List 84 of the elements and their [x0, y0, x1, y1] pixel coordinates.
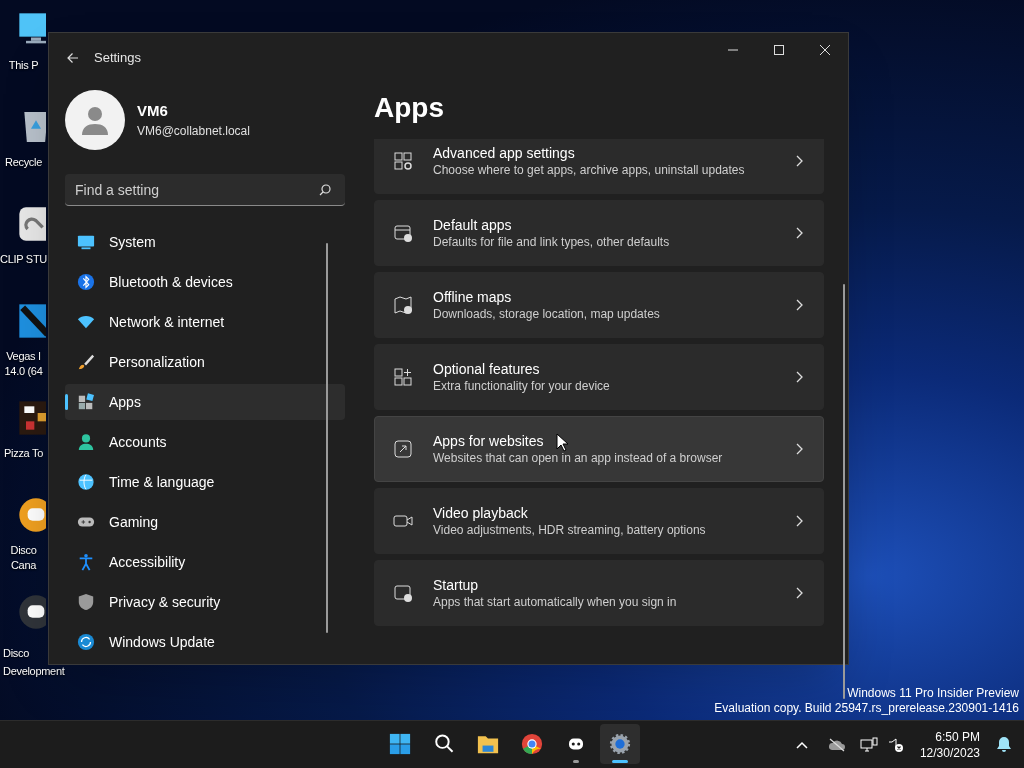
avatar	[65, 90, 125, 150]
watermark-text: Evaluation copy. Build 25947.rs_prerelease.230901-1416	[714, 701, 1019, 716]
card-description: Websites that can open in an app instead of a browser	[433, 450, 723, 466]
taskbar-button[interactable]	[600, 724, 640, 764]
scrollbar[interactable]	[326, 243, 328, 633]
desktop-icon-label[interactable]: Disco	[3, 646, 29, 661]
sidebar-item[interactable]: Apps	[65, 384, 345, 420]
card-description: Defaults for file and link types, other defaults	[433, 234, 670, 250]
card-title: Startup	[433, 576, 479, 594]
desktop-icon-label[interactable]: Pizza To	[4, 446, 43, 461]
clock-date[interactable]: 12/30/2023	[919, 744, 980, 761]
pixel-game-icon[interactable]	[16, 398, 46, 438]
sidebar-item[interactable]: Privacy & security	[65, 584, 345, 620]
brush-icon	[77, 353, 95, 371]
search-field[interactable]: Find a setting	[65, 174, 345, 206]
sidebar-item[interactable]: Bluetooth & devices	[65, 264, 345, 300]
sidebar-item[interactable]: System	[65, 224, 345, 260]
sidebar-item[interactable]: Windows Update	[65, 624, 345, 660]
card-description: Downloads, storage location, map updates	[433, 306, 660, 322]
profile-email: VM6@collabnet.local	[137, 123, 250, 141]
chevron-right-icon	[795, 155, 803, 167]
settings-card[interactable]: Advanced app settings Choose where to get apps, archive apps, uninstall updates	[374, 139, 824, 194]
settings-card[interactable]: Default apps Defaults for file and link types, other defaults	[374, 200, 824, 266]
sidebar-item[interactable]: Gaming	[65, 504, 345, 540]
watermark-text: Windows 11 Pro Insider Preview	[847, 686, 1019, 701]
open-external-icon	[393, 439, 413, 459]
card-title: Video playback	[433, 504, 528, 522]
profile-name: VM6	[137, 100, 169, 121]
page-title: Apps	[374, 91, 445, 125]
plus-grid-icon	[393, 367, 413, 387]
accessibility-icon	[77, 553, 95, 571]
sidebar-item[interactable]: Accounts	[65, 424, 345, 460]
person-icon	[77, 433, 95, 451]
desktop-icon-label[interactable]: Disco	[10, 543, 37, 558]
shield-icon	[77, 593, 95, 611]
card-title: Advanced app settings	[433, 144, 575, 162]
apps-grid-icon	[77, 393, 95, 411]
wifi-icon	[77, 313, 95, 331]
sidebar-item[interactable]: Time & language	[65, 464, 345, 500]
back-arrow-icon[interactable]	[67, 52, 79, 64]
settings-card[interactable]: Video playback Video adjustments, HDR streaming, battery options	[374, 488, 824, 554]
cloud-off-icon[interactable]	[827, 737, 846, 752]
desktop-icon-label[interactable]: CLIP STU	[0, 252, 47, 267]
desktop-icon-label[interactable]: This P	[8, 58, 39, 73]
card-description: Video adjustments, HDR streaming, battery options	[433, 522, 706, 538]
card-title: Default apps	[433, 216, 512, 234]
monitor-icon	[77, 233, 95, 251]
search-icon[interactable]	[319, 184, 331, 196]
monitor-icon[interactable]	[859, 736, 878, 753]
bluetooth-icon	[77, 273, 95, 291]
desktop-icon-label[interactable]: Recycle	[5, 155, 42, 170]
desktop-icon-label[interactable]: Development	[3, 664, 65, 679]
card-description: Extra functionality for your device	[433, 378, 610, 394]
settings-card[interactable]: Offline maps Downloads, storage location, map updates	[374, 272, 824, 338]
refresh-icon	[77, 633, 95, 651]
mouse-pointer-icon	[556, 433, 568, 452]
card-description: Choose where to get apps, archive apps, uninstall updates	[433, 162, 745, 178]
card-title: Apps for websites	[433, 432, 544, 450]
chevron-right-icon	[795, 443, 803, 455]
chevron-right-icon	[795, 371, 803, 383]
sidebar-item[interactable]: Network & internet	[65, 304, 345, 340]
film-app-icon[interactable]	[16, 301, 46, 341]
chevron-right-icon	[795, 227, 803, 239]
desktop-icon-label[interactable]: Vegas I	[6, 349, 41, 364]
card-description: Apps that start automatically when you sign in	[433, 594, 677, 610]
settings-card[interactable]: Optional features Extra functionality for your device	[374, 344, 824, 410]
settings-card[interactable]: Startup Apps that start automatically when you sign in	[374, 560, 824, 626]
bell-icon[interactable]	[996, 736, 1012, 753]
chevron-right-icon	[795, 587, 803, 599]
window-title: Settings	[94, 49, 141, 68]
map-icon	[393, 295, 413, 315]
scrollbar[interactable]	[843, 284, 845, 699]
chevron-right-icon	[795, 299, 803, 311]
card-title: Offline maps	[433, 288, 512, 306]
card-title: Optional features	[433, 360, 540, 378]
clock-time[interactable]: 6:50 PM	[935, 728, 980, 745]
settings-card[interactable]: Apps for websites Websites that can open in an app instead of a browser	[374, 416, 824, 482]
chevron-right-icon	[795, 515, 803, 527]
sidebar-item[interactable]: Accessibility	[65, 544, 345, 580]
globe-clock-icon	[77, 473, 95, 491]
desktop-icon-label[interactable]: 14.0 (64	[4, 364, 43, 379]
chevron-up-icon[interactable]	[795, 740, 808, 749]
sidebar-item[interactable]: Personalization	[65, 344, 345, 380]
desktop-icon-label[interactable]: Cana	[10, 558, 37, 573]
